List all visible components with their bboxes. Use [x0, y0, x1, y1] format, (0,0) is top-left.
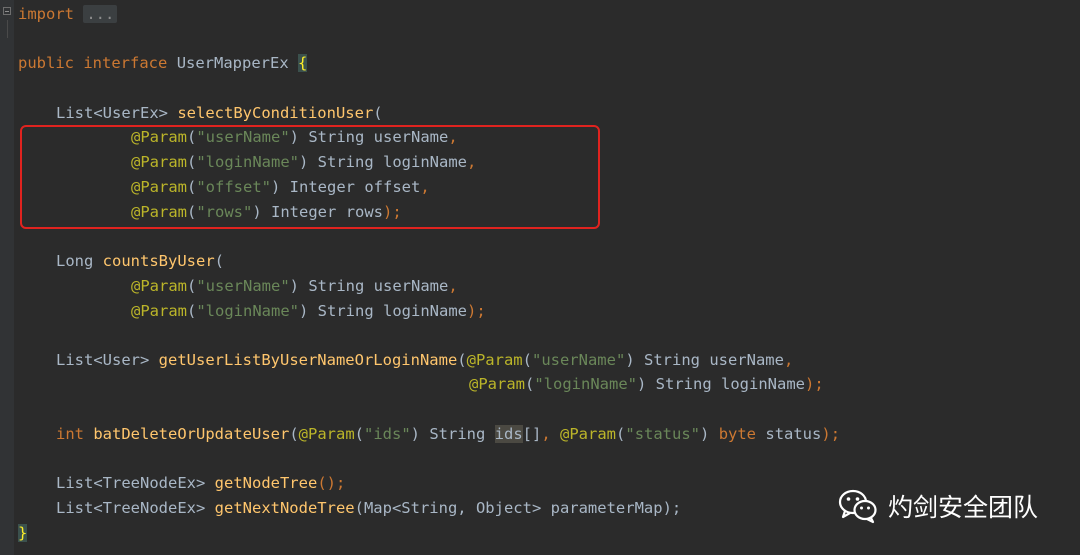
code-line-method-counts[interactable]: Long countsByUser( — [56, 250, 224, 272]
method-name: batDeleteOrUpdateUser — [93, 425, 290, 443]
wechat-icon — [838, 489, 877, 524]
code-line-param[interactable]: @Param("userName") String userName, — [131, 275, 458, 297]
code-line-close[interactable]: } — [18, 522, 28, 544]
code-line-method-select[interactable]: List<UserEx> selectByConditionUser( — [56, 102, 383, 124]
method-name: getUserListByUserNameOrLoginName — [158, 351, 458, 369]
code-line-method-batdelete[interactable]: int batDeleteOrUpdateUser(@Param("ids") … — [56, 423, 840, 445]
method-name: countsByUser — [102, 252, 215, 270]
open-brace: { — [298, 54, 308, 72]
code-line-method-getnodetree[interactable]: List<TreeNodeEx> getNodeTree(); — [56, 472, 345, 494]
method-name: selectByConditionUser — [177, 104, 374, 122]
code-line-import[interactable]: import ... — [18, 3, 118, 25]
close-brace: } — [18, 524, 28, 542]
code-line-method-getuserlist[interactable]: List<User> getUserListByUserNameOrLoginN… — [56, 349, 793, 371]
highlight-box — [20, 125, 600, 229]
collapsed-imports[interactable]: ... — [83, 5, 118, 23]
watermark: 灼剑安全团队 — [838, 484, 1038, 528]
method-name: getNextNodeTree — [214, 499, 355, 517]
identifier-highlight: ids — [494, 425, 523, 443]
code-line-param[interactable]: @Param("loginName") String loginName); — [469, 373, 824, 395]
code-editor[interactable]: import ... public interface UserMapperEx… — [0, 0, 1080, 555]
code-line-method-getnextnodetree[interactable]: List<TreeNodeEx> getNextNodeTree(Map<Str… — [56, 497, 681, 519]
fold-guide — [7, 20, 8, 38]
method-name: getNodeTree — [214, 474, 318, 492]
fold-toggle-icon[interactable] — [3, 7, 11, 15]
editor-gutter — [0, 0, 14, 555]
code-line-interface-decl[interactable]: public interface UserMapperEx { — [18, 52, 308, 74]
watermark-text: 灼剑安全团队 — [888, 493, 1039, 522]
code-line-param[interactable]: @Param("loginName") String loginName); — [131, 300, 486, 322]
